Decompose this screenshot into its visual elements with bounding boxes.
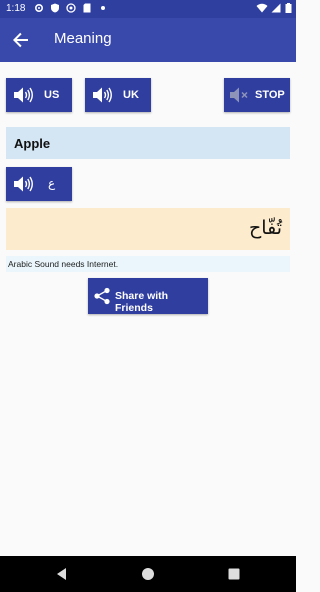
internet-note: Arabic Sound needs Internet. (6, 256, 290, 272)
uk-label: UK (123, 89, 139, 101)
status-bar: 1:18 (0, 0, 296, 18)
navigation-bar (0, 556, 296, 592)
shield-icon (51, 3, 59, 13)
share-label: Share with Friends (115, 290, 169, 314)
speaker-icon (14, 87, 33, 103)
english-word: Apple (14, 136, 51, 151)
share-icon (94, 287, 110, 305)
mute-icon (230, 87, 248, 103)
sd-card-icon (83, 3, 91, 13)
word-box: Apple (6, 127, 290, 159)
battery-icon (285, 3, 292, 13)
wifi-icon (256, 3, 268, 13)
gear-icon (34, 3, 44, 13)
arabic-meaning: تُفّاح (249, 217, 282, 239)
sync-icon (66, 3, 76, 13)
share-button[interactable]: Share with Friends (88, 278, 208, 314)
dot-icon (101, 6, 105, 10)
back-button[interactable] (8, 28, 34, 52)
nav-home-icon[interactable] (140, 566, 156, 582)
stop-label: STOP (255, 89, 285, 101)
uk-sound-button[interactable]: UK (85, 78, 151, 112)
page-title: Meaning (54, 30, 112, 47)
internet-note-text: Arabic Sound needs Internet. (8, 259, 119, 269)
nav-back-icon[interactable] (54, 566, 70, 582)
arrow-back-icon (13, 32, 28, 48)
app-bar: Meaning (0, 18, 296, 62)
signal-icon (271, 3, 281, 13)
speaker-icon (93, 87, 112, 103)
arabic-label: ع (48, 176, 56, 190)
stop-button[interactable]: STOP (224, 78, 290, 112)
meaning-box: تُفّاح (6, 208, 290, 250)
status-time: 1:18 (6, 3, 26, 14)
us-sound-button[interactable]: US (6, 78, 72, 112)
arabic-sound-button[interactable]: ع (6, 167, 72, 201)
us-label: US (44, 89, 60, 101)
nav-recents-icon[interactable] (226, 566, 242, 582)
speaker-icon (14, 176, 33, 192)
